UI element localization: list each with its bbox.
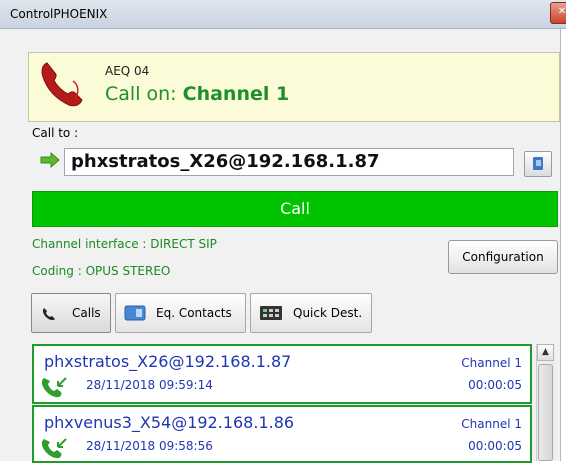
calls-list: phxstratos_X26@192.168.1.87 28/11/2018 0… (32, 344, 532, 463)
incoming-call-icon (41, 377, 67, 398)
destination-input[interactable]: phxstratos_X26@192.168.1.87 (64, 148, 514, 176)
tab-calls[interactable]: Calls (31, 293, 111, 333)
close-button[interactable]: ✕ (550, 2, 566, 24)
call-channel: Channel 1 (182, 83, 290, 105)
phone-icon (41, 62, 83, 107)
tab-quick-dest-label: Quick Dest. (293, 306, 363, 320)
tab-quick-dest[interactable]: Quick Dest. (250, 293, 372, 333)
coding-text: Coding : OPUS STEREO (32, 264, 171, 278)
channel-interface-text: Channel interface : DIRECT SIP (32, 237, 217, 251)
call-duration: 00:00:05 (468, 439, 522, 453)
phone-icon (42, 308, 55, 321)
call-address: phxvenus3_X54@192.168.1.86 (44, 413, 295, 432)
call-address: phxstratos_X26@192.168.1.87 (44, 352, 292, 371)
call-status-prefix: Call on: (105, 83, 177, 105)
call-status-panel: AEQ 04 Call on: Channel 1 (28, 52, 560, 122)
arrow-right-icon (40, 152, 60, 168)
scroll-up-arrow-icon[interactable]: ▲ (537, 344, 554, 361)
quick-dest-icon (260, 306, 282, 320)
call-duration: 00:00:05 (468, 378, 522, 392)
call-to-label: Call to : (32, 126, 79, 140)
call-datetime: 28/11/2018 09:58:56 (86, 439, 213, 453)
device-name: AEQ 04 (105, 64, 150, 78)
configuration-button[interactable]: Configuration (448, 240, 558, 274)
tab-eq-contacts[interactable]: Eq. Contacts (115, 293, 246, 333)
list-scrollbar[interactable]: ▲ (536, 344, 555, 461)
tab-calls-label: Calls (72, 306, 101, 320)
incoming-call-icon (41, 438, 67, 459)
window-title: ControlPHOENIX (10, 7, 108, 21)
call-channel-label: Channel 1 (461, 417, 522, 431)
list-item[interactable]: phxvenus3_X54@192.168.1.86 28/11/2018 09… (32, 405, 532, 463)
title-bar: ControlPHOENIX ✕ (0, 0, 566, 29)
scrollbar-thumb[interactable] (538, 364, 553, 461)
call-status: Call on: Channel 1 (105, 83, 289, 105)
call-button[interactable]: Call (32, 191, 558, 227)
call-channel-label: Channel 1 (461, 356, 522, 370)
contacts-icon (124, 305, 146, 321)
call-datetime: 28/11/2018 09:59:14 (86, 378, 213, 392)
address-book-button[interactable] (524, 151, 552, 177)
address-book-icon (533, 157, 543, 170)
list-item[interactable]: phxstratos_X26@192.168.1.87 28/11/2018 0… (32, 344, 532, 404)
tab-eq-contacts-label: Eq. Contacts (156, 306, 232, 320)
